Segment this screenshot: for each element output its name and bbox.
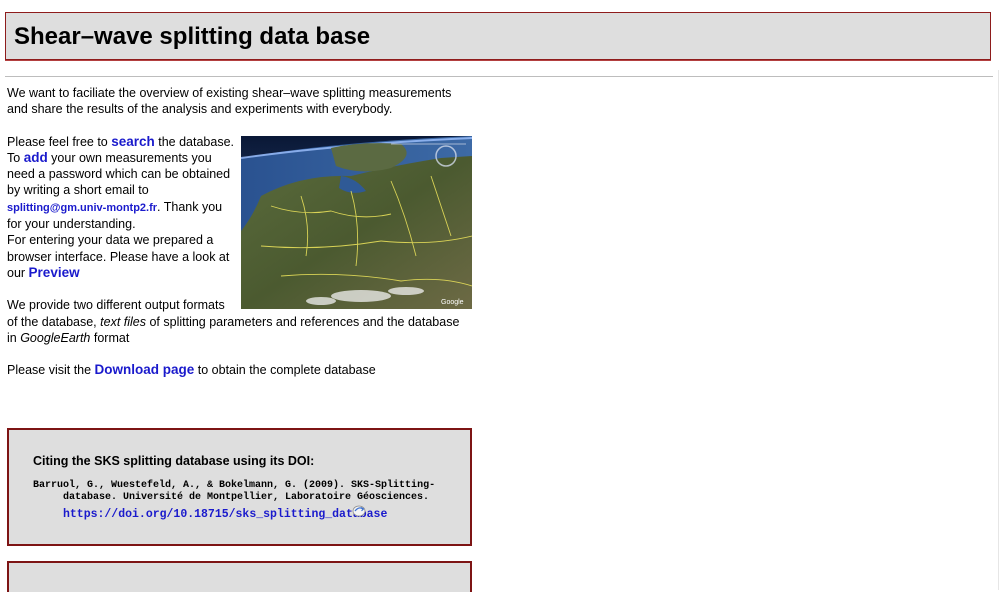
earth-image: Google [241,135,472,309]
citation-line-1: Barruol, G., Wuestefeld, A., & Bokelmann… [33,480,436,491]
download-paragraph: Please visit the Download page to obtain… [7,362,376,378]
citation-reference: Barruol, G., Wuestefeld, A., & Bokelmann… [33,480,453,503]
add-link[interactable]: add [24,150,48,165]
download-link[interactable]: Download page [95,362,195,377]
search-link[interactable]: search [111,134,155,149]
page-title: Shear–wave splitting data base [14,23,371,50]
earth-image-caption: Google [441,299,464,306]
email-link[interactable]: splitting@gm.univ-montp2.fr [7,202,157,214]
scroll-edge [998,70,999,590]
doi-link[interactable]: https://doi.org/10.18715/sks_splitting_d… [63,508,387,521]
citation-title: Citing the SKS splitting database using … [33,454,315,468]
header-box: Shear–wave splitting data base [5,12,991,60]
intro-text: We want to faciliate the overview of exi… [7,86,452,117]
secondary-box [7,561,472,592]
page: Shear–wave splitting data base We want t… [0,0,1000,592]
external-link-icon[interactable] [352,505,366,517]
citation-line-2: database. Université de Montpellier, Lab… [63,491,430,503]
main-content: We want to faciliate the overview of exi… [7,85,472,394]
preview-link[interactable]: Preview [29,265,80,280]
divider [5,76,993,77]
citation-box: Citing the SKS splitting database using … [7,428,472,546]
